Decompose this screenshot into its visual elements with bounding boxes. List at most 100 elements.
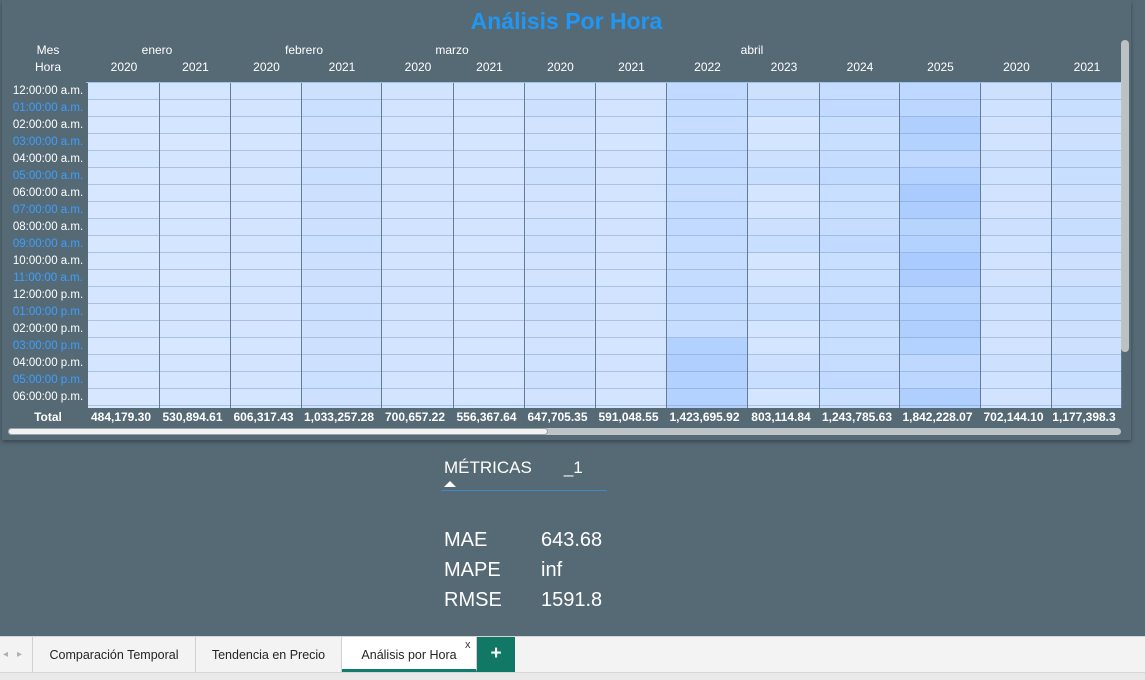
matrix-cell[interactable] [525, 117, 595, 134]
matrix-cell[interactable] [820, 168, 899, 185]
matrix-cell[interactable] [667, 338, 747, 355]
matrix-cell[interactable] [748, 134, 819, 151]
year-header[interactable]: 2020 [231, 60, 302, 74]
matrix-cell[interactable] [748, 168, 819, 185]
matrix-cell[interactable] [382, 253, 453, 270]
matrix-cell[interactable] [231, 321, 301, 338]
matrix-cell[interactable] [88, 151, 159, 168]
matrix-cell[interactable] [88, 134, 159, 151]
matrix-cell[interactable] [382, 287, 453, 304]
matrix-cell[interactable] [900, 100, 980, 117]
month-header-marzo[interactable]: marzo [427, 43, 477, 57]
matrix-cell[interactable] [160, 83, 230, 100]
matrix-cell[interactable] [667, 372, 747, 389]
matrix-cell[interactable] [160, 321, 230, 338]
matrix-cell[interactable] [667, 168, 747, 185]
matrix-cell[interactable] [748, 389, 819, 406]
matrix-cell[interactable] [596, 236, 666, 253]
vertical-scrollbar[interactable] [1121, 40, 1129, 352]
matrix-cell[interactable] [900, 202, 980, 219]
matrix-cell[interactable] [667, 83, 747, 100]
matrix-cell[interactable] [667, 134, 747, 151]
matrix-cell[interactable] [820, 338, 899, 355]
matrix-cell[interactable] [231, 287, 301, 304]
matrix-cell[interactable] [88, 270, 159, 287]
matrix-cell[interactable] [981, 287, 1051, 304]
matrix-cell[interactable] [981, 100, 1051, 117]
matrix-cell[interactable] [88, 202, 159, 219]
matrix-cell[interactable] [596, 100, 666, 117]
matrix-cell[interactable] [160, 134, 230, 151]
matrix-cell[interactable] [596, 134, 666, 151]
matrix-cell[interactable] [596, 389, 666, 406]
matrix-cell[interactable] [302, 355, 381, 372]
matrix-cell[interactable] [525, 321, 595, 338]
matrix-cell[interactable] [160, 406, 230, 408]
matrix-cell[interactable] [454, 134, 524, 151]
matrix-cell[interactable] [382, 83, 453, 100]
matrix-cell[interactable] [900, 389, 980, 406]
sort-ascending-icon[interactable] [444, 481, 456, 487]
matrix-cell[interactable] [748, 151, 819, 168]
matrix-cell[interactable] [160, 355, 230, 372]
matrix-cell[interactable] [231, 100, 301, 117]
matrix-cell[interactable] [1052, 321, 1121, 338]
matrix-cell[interactable] [981, 117, 1051, 134]
matrix-cell[interactable] [302, 117, 381, 134]
matrix-cell[interactable] [88, 304, 159, 321]
add-page-button[interactable]: + [477, 637, 515, 672]
year-header[interactable]: 2020 [382, 60, 454, 74]
matrix-cell[interactable] [382, 355, 453, 372]
matrix-cell[interactable] [454, 219, 524, 236]
year-header[interactable]: 2022 [667, 60, 748, 74]
matrix-cell[interactable] [88, 117, 159, 134]
matrix-cell[interactable] [302, 83, 381, 100]
matrix-cell[interactable] [160, 287, 230, 304]
matrix-cell[interactable] [981, 355, 1051, 372]
matrix-cell[interactable] [302, 304, 381, 321]
matrix-cell[interactable] [160, 236, 230, 253]
matrix-cell[interactable] [1052, 372, 1121, 389]
matrix-cell[interactable] [1052, 134, 1121, 151]
matrix-cell[interactable] [1052, 168, 1121, 185]
matrix-cell[interactable] [454, 236, 524, 253]
matrix-grid[interactable] [86, 82, 1122, 408]
matrix-cell[interactable] [820, 355, 899, 372]
matrix-cell[interactable] [231, 355, 301, 372]
matrix-cell[interactable] [596, 117, 666, 134]
matrix-cell[interactable] [160, 372, 230, 389]
matrix-cell[interactable] [88, 100, 159, 117]
year-header[interactable]: 2020 [525, 60, 596, 74]
matrix-cell[interactable] [748, 355, 819, 372]
matrix-cell[interactable] [900, 372, 980, 389]
matrix-cell[interactable] [596, 372, 666, 389]
matrix-cell[interactable] [302, 168, 381, 185]
matrix-cell[interactable] [900, 270, 980, 287]
matrix-cell[interactable] [981, 338, 1051, 355]
matrix-cell[interactable] [382, 134, 453, 151]
matrix-cell[interactable] [160, 168, 230, 185]
matrix-cell[interactable] [160, 100, 230, 117]
matrix-cell[interactable] [900, 117, 980, 134]
matrix-cell[interactable] [231, 117, 301, 134]
matrix-cell[interactable] [981, 389, 1051, 406]
matrix-cell[interactable] [820, 389, 899, 406]
matrix-cell[interactable] [981, 253, 1051, 270]
matrix-cell[interactable] [302, 321, 381, 338]
matrix-cell[interactable] [748, 185, 819, 202]
matrix-cell[interactable] [525, 406, 595, 408]
matrix-cell[interactable] [454, 372, 524, 389]
matrix-cell[interactable] [1052, 202, 1121, 219]
matrix-cell[interactable] [981, 304, 1051, 321]
matrix-cell[interactable] [981, 83, 1051, 100]
matrix-cell[interactable] [454, 151, 524, 168]
matrix-cell[interactable] [596, 253, 666, 270]
matrix-cell[interactable] [231, 202, 301, 219]
matrix-cell[interactable] [525, 253, 595, 270]
matrix-cell[interactable] [525, 83, 595, 100]
matrix-cell[interactable] [382, 270, 453, 287]
matrix-cell[interactable] [382, 202, 453, 219]
year-header[interactable]: 2021 [454, 60, 525, 74]
matrix-cell[interactable] [525, 151, 595, 168]
matrix-cell[interactable] [748, 287, 819, 304]
